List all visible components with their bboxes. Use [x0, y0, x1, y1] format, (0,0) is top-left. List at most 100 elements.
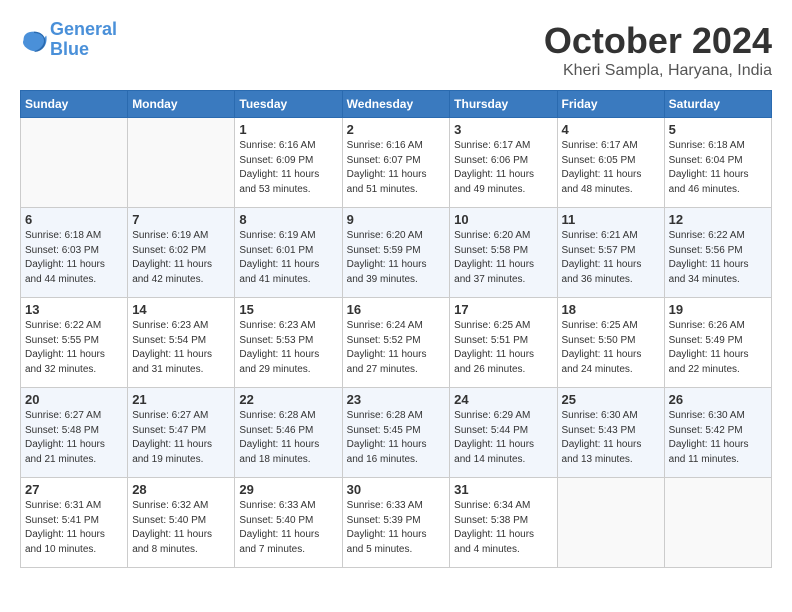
calendar-cell: 8 Sunrise: 6:19 AM Sunset: 6:01 PM Dayli… [235, 208, 342, 298]
daylight-minutes: and 48 minutes. [562, 184, 633, 195]
sunrise-label: Sunrise: 6:23 AM [239, 320, 315, 331]
day-info: Sunrise: 6:16 AM Sunset: 6:07 PM Dayligh… [347, 139, 446, 197]
daylight-minutes: and 53 minutes. [239, 184, 310, 195]
day-number: 3 [454, 122, 552, 137]
daylight-label: Daylight: 11 hours [25, 439, 105, 450]
daylight-minutes: and 49 minutes. [454, 184, 525, 195]
sunset-label: Sunset: 5:53 PM [239, 335, 313, 346]
calendar-cell: 10 Sunrise: 6:20 AM Sunset: 5:58 PM Dayl… [450, 208, 557, 298]
day-info: Sunrise: 6:25 AM Sunset: 5:51 PM Dayligh… [454, 319, 552, 377]
logo: General Blue [20, 20, 117, 60]
calendar-cell: 16 Sunrise: 6:24 AM Sunset: 5:52 PM Dayl… [342, 298, 450, 388]
daylight-minutes: and 8 minutes. [132, 544, 198, 555]
sunset-label: Sunset: 5:56 PM [669, 245, 743, 256]
calendar-cell: 17 Sunrise: 6:25 AM Sunset: 5:51 PM Dayl… [450, 298, 557, 388]
sunrise-label: Sunrise: 6:32 AM [132, 500, 208, 511]
calendar-week-row: 1 Sunrise: 6:16 AM Sunset: 6:09 PM Dayli… [21, 118, 772, 208]
sunset-label: Sunset: 5:45 PM [347, 425, 421, 436]
daylight-label: Daylight: 11 hours [347, 349, 427, 360]
calendar-cell: 25 Sunrise: 6:30 AM Sunset: 5:43 PM Dayl… [557, 388, 664, 478]
daylight-label: Daylight: 11 hours [239, 169, 319, 180]
day-number: 23 [347, 392, 446, 407]
day-number: 6 [25, 212, 123, 227]
sunrise-label: Sunrise: 6:18 AM [25, 230, 101, 241]
daylight-label: Daylight: 11 hours [669, 259, 749, 270]
daylight-label: Daylight: 11 hours [562, 439, 642, 450]
daylight-minutes: and 14 minutes. [454, 454, 525, 465]
day-info: Sunrise: 6:20 AM Sunset: 5:59 PM Dayligh… [347, 229, 446, 287]
day-number: 27 [25, 482, 123, 497]
daylight-minutes: and 22 minutes. [669, 364, 740, 375]
location-subtitle: Kheri Sampla, Haryana, India [544, 62, 772, 80]
calendar-header-row: SundayMondayTuesdayWednesdayThursdayFrid… [21, 91, 772, 118]
calendar-cell: 26 Sunrise: 6:30 AM Sunset: 5:42 PM Dayl… [664, 388, 771, 478]
day-number: 15 [239, 302, 337, 317]
calendar-cell: 9 Sunrise: 6:20 AM Sunset: 5:59 PM Dayli… [342, 208, 450, 298]
header-thursday: Thursday [450, 91, 557, 118]
daylight-label: Daylight: 11 hours [562, 349, 642, 360]
daylight-label: Daylight: 11 hours [562, 169, 642, 180]
title-block: October 2024 Kheri Sampla, Haryana, Indi… [544, 20, 772, 80]
day-info: Sunrise: 6:16 AM Sunset: 6:09 PM Dayligh… [239, 139, 337, 197]
sunrise-label: Sunrise: 6:34 AM [454, 500, 530, 511]
daylight-minutes: and 31 minutes. [132, 364, 203, 375]
header-wednesday: Wednesday [342, 91, 450, 118]
day-info: Sunrise: 6:27 AM Sunset: 5:48 PM Dayligh… [25, 409, 123, 467]
sunrise-label: Sunrise: 6:24 AM [347, 320, 423, 331]
day-number: 25 [562, 392, 660, 407]
day-info: Sunrise: 6:17 AM Sunset: 6:05 PM Dayligh… [562, 139, 660, 197]
daylight-minutes: and 37 minutes. [454, 274, 525, 285]
day-info: Sunrise: 6:28 AM Sunset: 5:45 PM Dayligh… [347, 409, 446, 467]
sunset-label: Sunset: 5:52 PM [347, 335, 421, 346]
daylight-label: Daylight: 11 hours [132, 529, 212, 540]
sunrise-label: Sunrise: 6:26 AM [669, 320, 745, 331]
daylight-label: Daylight: 11 hours [25, 349, 105, 360]
daylight-label: Daylight: 11 hours [669, 349, 749, 360]
page-header: General Blue October 2024 Kheri Sampla, … [20, 20, 772, 80]
logo-general: General [50, 19, 117, 39]
day-info: Sunrise: 6:18 AM Sunset: 6:03 PM Dayligh… [25, 229, 123, 287]
day-number: 18 [562, 302, 660, 317]
sunset-label: Sunset: 5:46 PM [239, 425, 313, 436]
sunrise-label: Sunrise: 6:33 AM [239, 500, 315, 511]
logo-icon [20, 26, 48, 54]
daylight-label: Daylight: 11 hours [347, 169, 427, 180]
calendar-cell: 11 Sunrise: 6:21 AM Sunset: 5:57 PM Dayl… [557, 208, 664, 298]
calendar-week-row: 13 Sunrise: 6:22 AM Sunset: 5:55 PM Dayl… [21, 298, 772, 388]
daylight-label: Daylight: 11 hours [669, 439, 749, 450]
calendar-cell: 20 Sunrise: 6:27 AM Sunset: 5:48 PM Dayl… [21, 388, 128, 478]
calendar-cell: 2 Sunrise: 6:16 AM Sunset: 6:07 PM Dayli… [342, 118, 450, 208]
daylight-label: Daylight: 11 hours [669, 169, 749, 180]
day-info: Sunrise: 6:24 AM Sunset: 5:52 PM Dayligh… [347, 319, 446, 377]
calendar-cell [128, 118, 235, 208]
calendar-cell: 24 Sunrise: 6:29 AM Sunset: 5:44 PM Dayl… [450, 388, 557, 478]
logo-text: General Blue [50, 20, 117, 60]
day-info: Sunrise: 6:22 AM Sunset: 5:56 PM Dayligh… [669, 229, 767, 287]
day-info: Sunrise: 6:22 AM Sunset: 5:55 PM Dayligh… [25, 319, 123, 377]
sunset-label: Sunset: 5:54 PM [132, 335, 206, 346]
day-number: 14 [132, 302, 230, 317]
sunrise-label: Sunrise: 6:22 AM [25, 320, 101, 331]
sunset-label: Sunset: 6:01 PM [239, 245, 313, 256]
calendar-cell: 6 Sunrise: 6:18 AM Sunset: 6:03 PM Dayli… [21, 208, 128, 298]
sunset-label: Sunset: 5:50 PM [562, 335, 636, 346]
daylight-label: Daylight: 11 hours [239, 529, 319, 540]
day-info: Sunrise: 6:19 AM Sunset: 6:01 PM Dayligh… [239, 229, 337, 287]
sunrise-label: Sunrise: 6:33 AM [347, 500, 423, 511]
sunset-label: Sunset: 5:42 PM [669, 425, 743, 436]
daylight-minutes: and 32 minutes. [25, 364, 96, 375]
day-number: 10 [454, 212, 552, 227]
daylight-label: Daylight: 11 hours [454, 349, 534, 360]
daylight-minutes: and 34 minutes. [669, 274, 740, 285]
day-info: Sunrise: 6:29 AM Sunset: 5:44 PM Dayligh… [454, 409, 552, 467]
header-friday: Friday [557, 91, 664, 118]
day-info: Sunrise: 6:30 AM Sunset: 5:42 PM Dayligh… [669, 409, 767, 467]
daylight-minutes: and 39 minutes. [347, 274, 418, 285]
day-info: Sunrise: 6:23 AM Sunset: 5:54 PM Dayligh… [132, 319, 230, 377]
calendar-cell: 7 Sunrise: 6:19 AM Sunset: 6:02 PM Dayli… [128, 208, 235, 298]
day-number: 17 [454, 302, 552, 317]
day-number: 7 [132, 212, 230, 227]
calendar-cell: 12 Sunrise: 6:22 AM Sunset: 5:56 PM Dayl… [664, 208, 771, 298]
calendar-cell: 3 Sunrise: 6:17 AM Sunset: 6:06 PM Dayli… [450, 118, 557, 208]
sunset-label: Sunset: 6:09 PM [239, 155, 313, 166]
